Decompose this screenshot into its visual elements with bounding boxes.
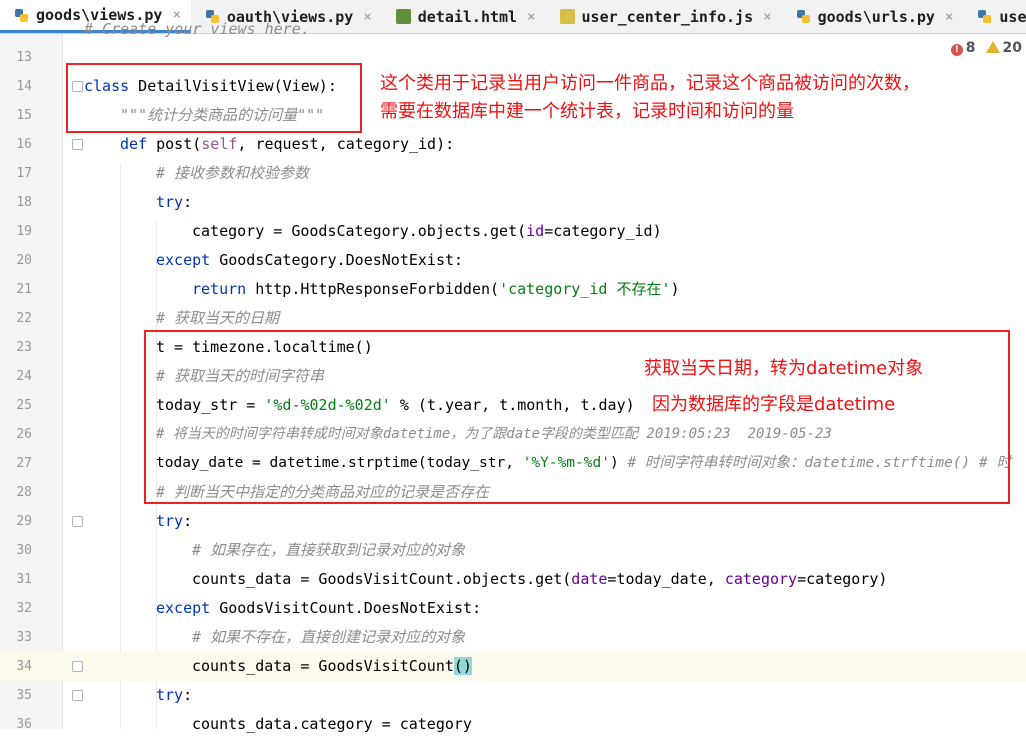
annotation-box-class (66, 63, 362, 133)
code-line: 33 # 如果不存在，直接创建记录对应的对象 (16, 628, 466, 646)
code-line: 32 except GoodsVisitCount.DoesNotExist: (16, 599, 482, 617)
tab-label: detail.html (417, 7, 518, 26)
fold-marker-icon[interactable] (72, 690, 83, 701)
annotation-text: 获取当天日期，转为datetime对象 (644, 358, 924, 379)
code-line: 31 counts_data = GoodsVisitCount.objects… (16, 570, 888, 588)
tab-label: user (999, 7, 1026, 26)
code-line-current: 34 counts_data = GoodsVisitCount() (0, 652, 1026, 681)
code-line: 35 try: (16, 686, 193, 704)
python-file-icon (977, 9, 992, 24)
code-line: 22 # 获取当天的日期 (16, 309, 280, 327)
close-icon[interactable]: × (945, 9, 953, 25)
tab-user-truncated[interactable]: user (963, 0, 1026, 33)
close-icon[interactable]: × (363, 9, 371, 25)
tab-user-center-info-js[interactable]: user_center_info.js × (546, 0, 782, 33)
tab-label: goods\urls.py (817, 7, 935, 26)
python-file-icon (14, 8, 29, 23)
code-line: 29 try: (16, 512, 193, 530)
close-icon[interactable]: × (763, 9, 771, 25)
tab-label: user_center_info.js (581, 7, 754, 26)
close-icon[interactable]: × (527, 9, 535, 25)
matched-bracket: () (453, 657, 472, 675)
fold-marker-icon[interactable] (72, 661, 83, 672)
tab-detail-html[interactable]: detail.html × (382, 0, 546, 33)
fold-marker-icon[interactable] (72, 139, 83, 150)
code-line-partial: # Create your views here. (84, 20, 310, 38)
tab-goods-urls-py[interactable]: goods\urls.py × (782, 0, 964, 33)
code-line: 18 try: (16, 193, 193, 211)
js-file-icon (559, 9, 575, 24)
annotation-text: 这个类用于记录当用户访问一件商品，记录这个商品被访问的次数， (380, 73, 920, 94)
annotation-text: 因为数据库的字段是datetime (652, 394, 896, 415)
html-file-icon (395, 9, 411, 24)
code-line: 16 def post(self, request, category_id): (16, 135, 455, 153)
python-file-icon (796, 9, 811, 24)
fold-marker-icon[interactable] (72, 516, 83, 527)
code-line: 19 category = GoodsCategory.objects.get(… (16, 222, 662, 240)
code-line: 36 counts_data.category = category (16, 715, 472, 733)
annotation-text: 需要在数据库中建一个统计表，记录时间和访问的量 (380, 101, 794, 122)
code-line: 30 # 如果存在，直接获取到记录对应的对象 (16, 541, 466, 559)
code-line: 20 except GoodsCategory.DoesNotExist: (16, 251, 464, 269)
code-line: 17 # 接收参数和校验参数 (16, 164, 310, 182)
code-line: 21 return http.HttpResponseForbidden('ca… (16, 280, 680, 298)
code-editor[interactable]: # Create your views here. ! 8 20 13 14 cl… (0, 20, 1026, 733)
